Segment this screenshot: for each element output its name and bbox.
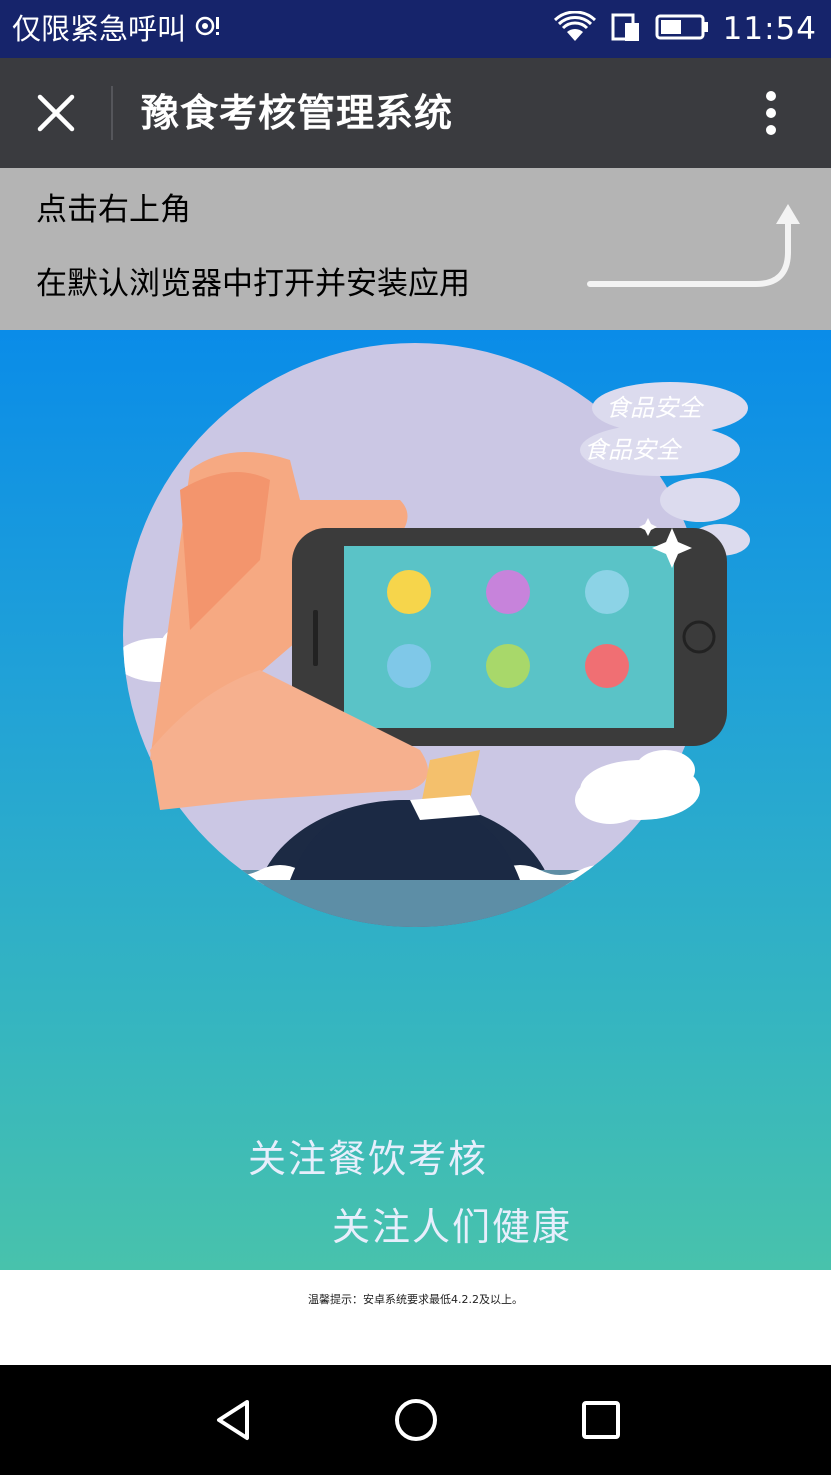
wifi-icon bbox=[553, 10, 597, 47]
more-menu-button[interactable] bbox=[751, 82, 791, 144]
navigation-bar bbox=[0, 1365, 831, 1475]
more-vert-icon bbox=[766, 91, 776, 135]
sim-icon bbox=[611, 11, 641, 47]
footer-area bbox=[0, 1270, 831, 1365]
status-bar: 仅限紧急呼叫 11:54 bbox=[0, 0, 831, 58]
hint-line-2: 在默认浏览器中打开并安装应用 bbox=[36, 266, 470, 302]
title-bar: 豫食考核管理系统 bbox=[0, 58, 831, 168]
slogan-line-1: 关注餐饮考核 bbox=[248, 1137, 489, 1181]
slogan-line-2: 关注人们健康 bbox=[332, 1205, 573, 1249]
back-triangle-icon bbox=[217, 1400, 249, 1440]
carrier-text: 仅限紧急呼叫 bbox=[12, 12, 187, 46]
footer-tip: 温馨提示：安卓系统要求最低4.2.2及以上。 bbox=[308, 1293, 523, 1306]
back-button[interactable] bbox=[198, 1387, 268, 1453]
recents-square-icon bbox=[582, 1401, 620, 1439]
home-circle-icon bbox=[395, 1399, 437, 1441]
status-left: 仅限紧急呼叫 bbox=[12, 8, 222, 52]
status-right: 11:54 bbox=[553, 8, 817, 50]
close-icon bbox=[37, 94, 75, 132]
close-button[interactable] bbox=[18, 78, 94, 148]
recents-button[interactable] bbox=[566, 1387, 636, 1453]
hotspot-icon bbox=[192, 10, 222, 52]
status-clock: 11:54 bbox=[722, 11, 817, 47]
pointer-arrow-icon bbox=[587, 204, 800, 287]
hint-line-1: 点击右上角 bbox=[36, 192, 191, 228]
cloud-text-2: 食品安全 bbox=[584, 436, 683, 464]
title-divider bbox=[111, 86, 113, 140]
page-title: 豫食考核管理系统 bbox=[141, 91, 454, 135]
home-button[interactable] bbox=[381, 1387, 451, 1453]
cloud-text-1: 食品安全 bbox=[606, 394, 705, 422]
battery-icon bbox=[655, 13, 709, 45]
